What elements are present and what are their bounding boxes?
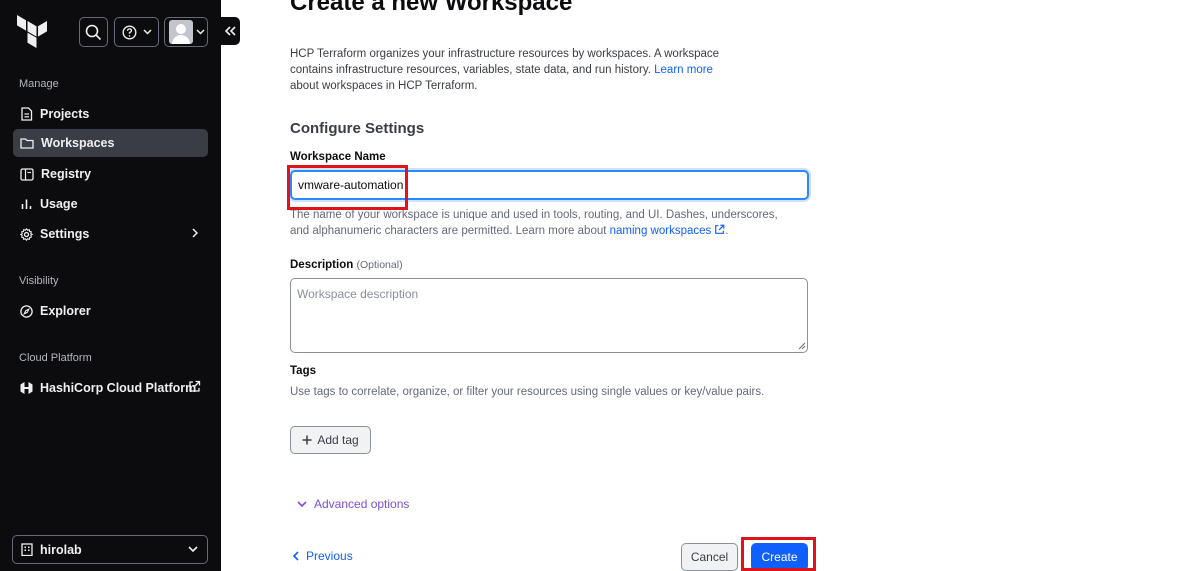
section-label-visibility: Visibility: [19, 275, 59, 287]
sidebar-item-projects[interactable]: Projects: [13, 100, 208, 128]
building-icon: [21, 543, 33, 556]
chevron-left-icon: [293, 551, 299, 561]
chevron-down-icon: [297, 501, 307, 507]
sidebar-item-usage[interactable]: Usage: [13, 190, 208, 218]
section-label-cloud-platform: Cloud Platform: [19, 352, 92, 364]
description-textarea[interactable]: [290, 278, 808, 353]
add-tag-label: Add tag: [317, 433, 359, 447]
workspace-name-label: Workspace Name: [290, 151, 386, 163]
sidebar-item-registry[interactable]: Registry: [13, 160, 208, 188]
chevron-right-icon: [192, 228, 198, 238]
bar-chart-icon: [21, 199, 32, 209]
search-icon: [85, 24, 102, 40]
workspace-name-input[interactable]: [290, 170, 809, 200]
chevron-down-icon: [196, 29, 205, 35]
sidebar: Manage Projects Workspaces Registry Usag…: [0, 0, 221, 571]
terraform-logo-icon[interactable]: [17, 15, 47, 48]
organization-name: hirolab: [40, 542, 82, 557]
sidebar-item-hashicorp-cloud-platform[interactable]: HashiCorp Cloud Platform: [13, 374, 208, 402]
plus-icon: [302, 435, 312, 445]
sidebar-item-label: Explorer: [40, 304, 91, 318]
description-label: Description (Optional): [290, 259, 403, 271]
sidebar-item-label: Usage: [40, 197, 78, 211]
chevron-down-icon: [142, 29, 152, 35]
description-label-text: Description: [290, 259, 354, 271]
previous-label: Previous: [306, 549, 353, 563]
external-link-icon: [189, 380, 201, 392]
sidebar-item-label: Projects: [40, 107, 90, 121]
chevron-down-icon: [188, 546, 198, 552]
intro-text: HCP Terraform organizes your infrastruct…: [290, 46, 730, 94]
resize-handle-icon[interactable]: [798, 342, 806, 350]
configure-settings-heading: Configure Settings: [290, 120, 425, 137]
naming-workspaces-label: naming workspaces: [609, 225, 712, 237]
sidebar-item-explorer[interactable]: Explorer: [13, 297, 208, 325]
workspace-name-helper: The name of your workspace is unique and…: [290, 207, 790, 239]
advanced-options-toggle[interactable]: Advanced options: [297, 497, 409, 511]
sidebar-item-label: Registry: [41, 167, 92, 181]
optional-tag: (Optional): [356, 259, 403, 271]
folder-icon: [20, 138, 34, 149]
tags-label: Tags: [290, 365, 316, 377]
avatar: [169, 20, 193, 44]
sidebar-item-settings[interactable]: Settings: [13, 220, 208, 248]
page-title: Create a new Workspace: [290, 0, 573, 16]
sidebar-item-label: Settings: [40, 227, 90, 241]
registry-icon: [20, 167, 34, 181]
sidebar-item-workspaces[interactable]: Workspaces: [13, 129, 208, 157]
cancel-button[interactable]: Cancel: [681, 543, 738, 571]
naming-workspaces-link[interactable]: naming workspaces: [609, 224, 726, 237]
sidebar-item-label: Workspaces: [41, 136, 115, 150]
user-menu-button[interactable]: [164, 17, 208, 47]
search-button[interactable]: [79, 17, 108, 47]
learn-more-link[interactable]: Learn more: [654, 64, 713, 76]
external-link-icon: [715, 224, 725, 234]
compass-icon: [20, 304, 33, 318]
sidebar-item-label: HashiCorp Cloud Platform: [40, 381, 197, 395]
tags-helper: Use tags to correlate, organize, or filt…: [290, 386, 765, 398]
hashicorp-icon: [20, 382, 33, 394]
intro-tail: about workspaces in HCP Terraform.: [290, 80, 478, 92]
helper-tail: .: [725, 225, 729, 237]
add-tag-button[interactable]: Add tag: [290, 426, 371, 454]
create-button[interactable]: Create: [751, 543, 808, 571]
gear-icon: [20, 227, 33, 241]
help-icon: [121, 24, 137, 40]
document-icon: [21, 107, 33, 121]
advanced-options-label: Advanced options: [314, 497, 410, 511]
help-menu-button[interactable]: [114, 17, 159, 47]
organization-switcher[interactable]: hirolab: [12, 535, 208, 564]
section-label-manage: Manage: [19, 78, 59, 90]
previous-link[interactable]: Previous: [293, 549, 353, 563]
main-content: Create a new Workspace HCP Terraform org…: [221, 0, 1200, 571]
